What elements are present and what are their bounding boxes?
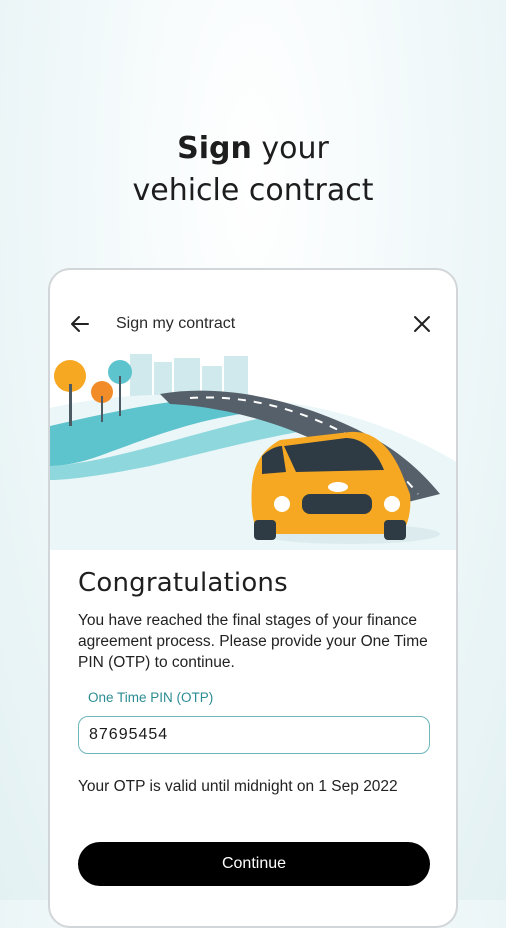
phone-frame: Sign my contract Congratulations You hav… (48, 268, 458, 928)
continue-button[interactable]: Continue (78, 842, 430, 886)
otp-label: One Time PIN (OTP) (88, 690, 214, 705)
congrats-heading: Congratulations (78, 568, 288, 598)
close-icon[interactable] (410, 312, 434, 336)
otp-input[interactable] (78, 716, 430, 754)
headline-bold: Sign (177, 131, 252, 166)
headline: Sign your vehicle contract (0, 128, 506, 212)
description-text: You have reached the final stages of you… (78, 612, 428, 671)
back-arrow-icon[interactable] (68, 312, 92, 336)
otp-validity-text: Your OTP is valid until midnight on 1 Se… (78, 778, 398, 795)
screen-title: Sign my contract (116, 315, 236, 332)
headline-line2: vehicle contract (132, 173, 374, 208)
top-bar: Sign my contract (50, 310, 456, 340)
car-road-illustration (50, 354, 456, 550)
headline-rest: your (251, 131, 329, 166)
